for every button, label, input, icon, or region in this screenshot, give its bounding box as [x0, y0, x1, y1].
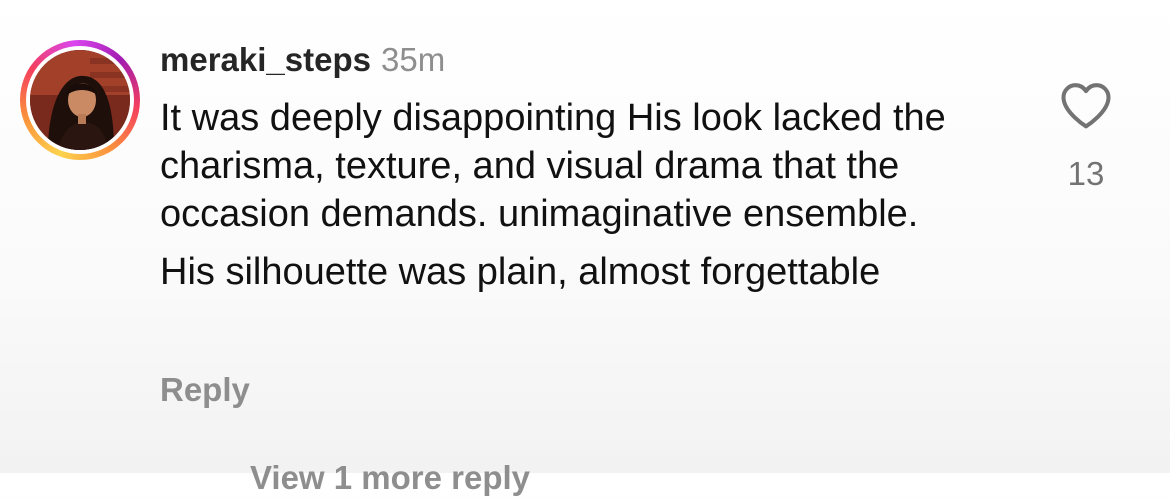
- heart-outline-icon[interactable]: [1059, 80, 1113, 130]
- avatar-image: [30, 50, 130, 150]
- comment-body: It was deeply disappointing His look lac…: [160, 94, 1020, 296]
- like-control: 13: [1056, 80, 1116, 200]
- comment-header: meraki_steps 35m: [160, 40, 445, 80]
- reply-button[interactable]: Reply: [160, 370, 250, 410]
- avatar: [30, 50, 130, 150]
- comment-item: meraki_steps 35m It was deeply disappoint…: [0, 0, 1170, 496]
- like-count: 13: [1067, 155, 1105, 192]
- comment-paragraph: His silhouette was plain, almost forgett…: [160, 251, 881, 293]
- comment-timestamp: 35m: [380, 41, 446, 78]
- username-link[interactable]: meraki_steps: [160, 41, 371, 78]
- avatar-story-ring[interactable]: [20, 40, 140, 160]
- comment-paragraph: It was deeply disappointing His look lac…: [160, 97, 946, 235]
- view-replies-link[interactable]: View 1 more reply: [250, 458, 530, 498]
